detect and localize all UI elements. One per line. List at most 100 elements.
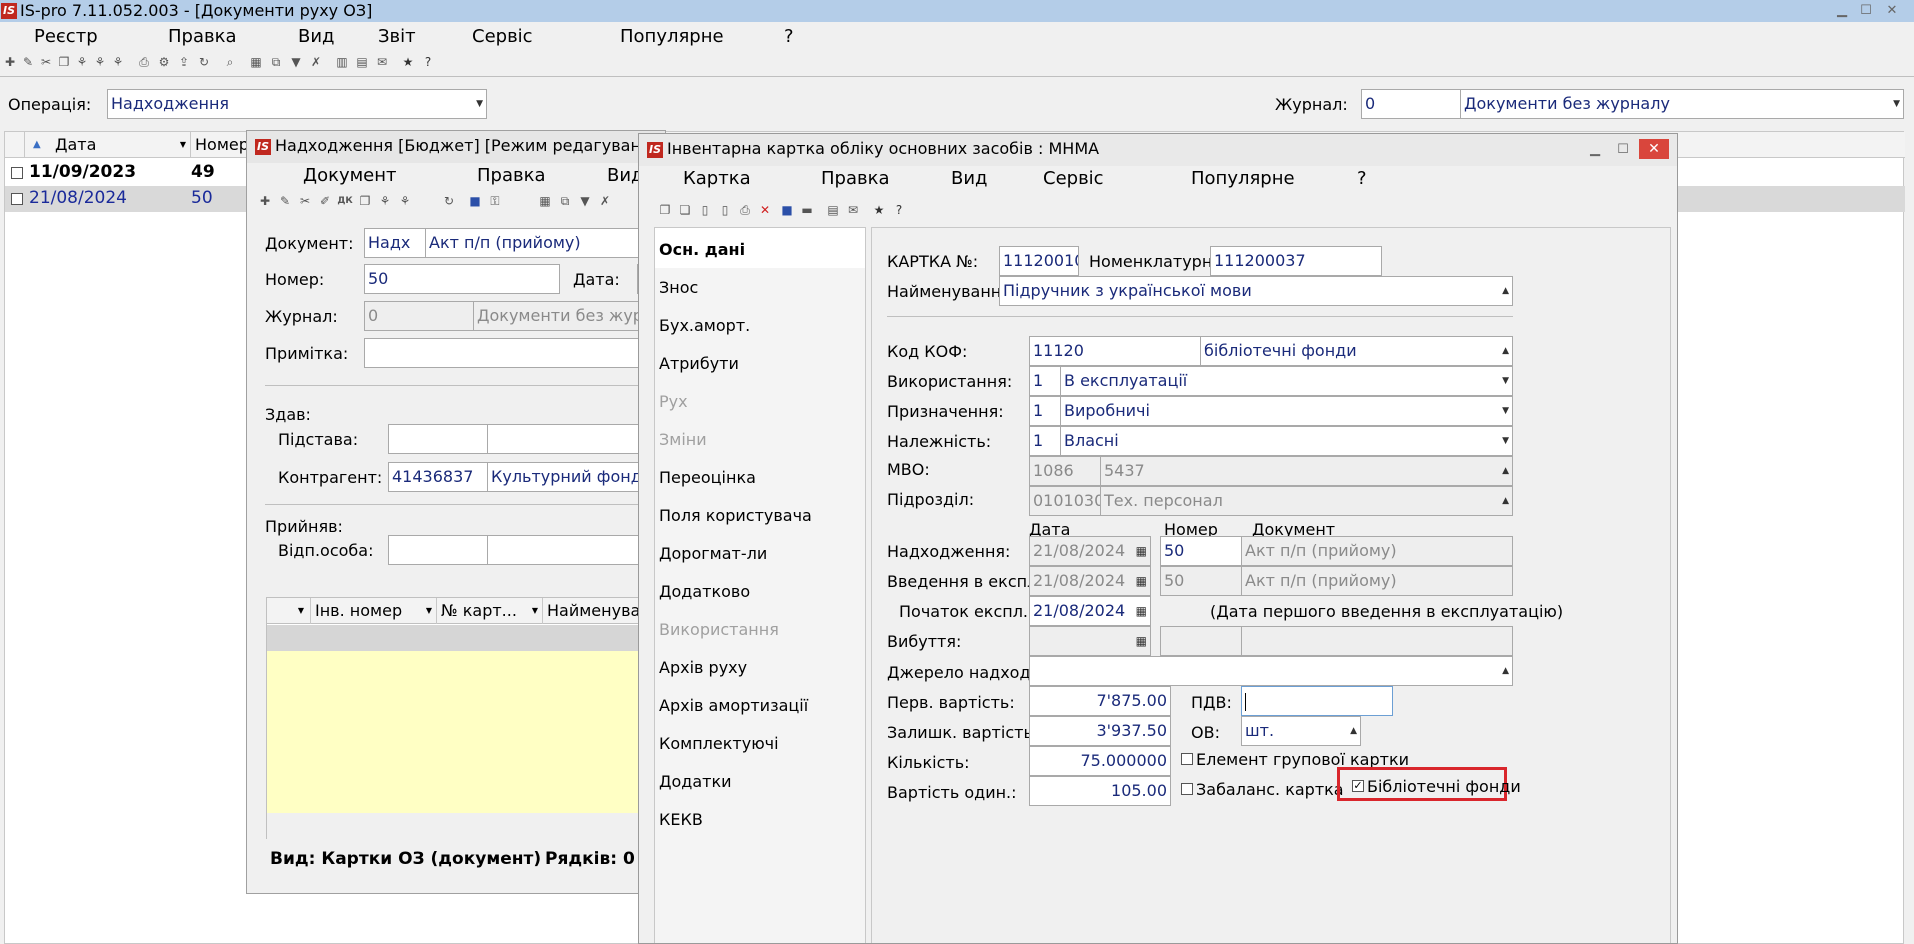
help-icon[interactable]: ? (420, 54, 436, 70)
chart-icon[interactable]: ▥ (334, 54, 350, 70)
unit-cost-field[interactable]: 105.00 (1029, 776, 1171, 806)
print-icon[interactable]: ⎙ (737, 202, 753, 218)
counterparty-code-field[interactable]: 41436837 (388, 462, 488, 492)
tab-main-data[interactable]: Осн. дані (659, 240, 745, 259)
basis-code-field[interactable] (388, 424, 488, 454)
note-field[interactable] (364, 338, 665, 368)
tab-attachments[interactable]: Додатки (659, 772, 732, 791)
menu-help[interactable]: ? (784, 26, 794, 47)
tab-attributes[interactable]: Атрибути (659, 354, 739, 373)
purpose-code-field[interactable]: 1 (1029, 396, 1061, 426)
page2-icon[interactable]: ▯ (717, 202, 733, 218)
menu-edit[interactable]: Правка (168, 26, 237, 47)
tree-icon[interactable]: ⚘ (74, 54, 90, 70)
initial-cost-field[interactable]: 7'875.00 (1029, 686, 1171, 716)
doc-menu-document[interactable]: Документ (303, 165, 397, 186)
unit-select[interactable]: шт. ▲ (1241, 716, 1361, 746)
menu-popular[interactable]: Популярне (620, 26, 724, 47)
purpose-select[interactable]: Виробничі ▼ (1060, 396, 1513, 426)
tree-icon[interactable]: ⚘ (377, 193, 393, 209)
ownership-select[interactable]: Власні ▼ (1060, 426, 1513, 456)
new-icon[interactable]: ✚ (2, 54, 18, 70)
card-menu-card[interactable]: Картка (683, 168, 751, 189)
maximize-icon[interactable]: ☐ (1858, 3, 1874, 19)
row-checkbox[interactable] (11, 167, 23, 179)
paste-icon[interactable]: ❏ (677, 202, 693, 218)
tree2-icon[interactable]: ⚘ (92, 54, 108, 70)
journal-name-select[interactable]: Документи без журналу ▼ (1460, 89, 1904, 119)
usage-select[interactable]: В експлуатації ▼ (1060, 366, 1513, 396)
list-header-date[interactable]: ▲ Дата ▼ (25, 132, 191, 158)
kof-code-field[interactable]: 11120 (1029, 336, 1201, 366)
tab-movement-archive[interactable]: Архів руху (659, 658, 747, 677)
tab-user-fields[interactable]: Поля користувача (659, 506, 812, 525)
copy-icon[interactable]: ❐ (657, 202, 673, 218)
quantity-field[interactable]: 75.000000 (1029, 746, 1171, 776)
card-menu-view[interactable]: Вид (951, 168, 988, 189)
tree3-icon[interactable]: ⚘ (110, 54, 126, 70)
tab-additional[interactable]: Додатково (659, 582, 750, 601)
star-icon[interactable]: ★ (400, 54, 416, 70)
vat-field[interactable] (1241, 686, 1393, 716)
card-no-field[interactable]: 111200105 (999, 246, 1079, 276)
residual-cost-field[interactable]: 3'937.50 (1029, 716, 1171, 746)
minimize-icon[interactable]: ▁ (1587, 142, 1603, 158)
usage-code-field[interactable]: 1 (1029, 366, 1061, 396)
kof-name-select[interactable]: бібліотечні фонди ▲ (1200, 336, 1513, 366)
mail-icon[interactable]: ✉ (845, 202, 861, 218)
clear-filter-icon[interactable]: ✗ (597, 193, 613, 209)
edit-icon[interactable]: ✐ (317, 193, 333, 209)
filter-icon[interactable]: ▼ (288, 54, 304, 70)
new-icon[interactable]: ✚ (257, 193, 273, 209)
calendar-icon[interactable]: ▦ (1136, 597, 1147, 625)
search-icon[interactable]: ⌕ (222, 54, 238, 70)
new-child-icon[interactable]: ✎ (277, 193, 293, 209)
card-menu-popular[interactable]: Популярне (1191, 168, 1295, 189)
group-icon[interactable]: ⧉ (268, 54, 284, 70)
clear-filter-icon[interactable]: ✗ (308, 54, 324, 70)
menu-service[interactable]: Сервіс (472, 26, 533, 47)
filter-icon[interactable]: ▼ (577, 193, 593, 209)
note-icon[interactable]: ▤ (825, 202, 841, 218)
name-field[interactable]: Підручник з української мови ▲ (999, 276, 1513, 306)
maximize-icon[interactable]: ☐ (1615, 142, 1631, 158)
settings-icon[interactable]: ⚙ (156, 54, 172, 70)
export-icon[interactable]: ⇪ (176, 54, 192, 70)
key-icon[interactable]: ⚿ (487, 193, 503, 209)
close-icon[interactable]: ✕ (1639, 139, 1669, 159)
tab-amortization-archive[interactable]: Архів амортизації (659, 696, 808, 715)
mail-icon[interactable]: ✉ (374, 54, 390, 70)
menu-report[interactable]: Звіт (378, 26, 416, 47)
menu-view[interactable]: Вид (298, 26, 335, 47)
tree2-icon[interactable]: ⚘ (397, 193, 413, 209)
operation-select[interactable]: Надходження ▼ (107, 89, 487, 119)
copy-icon[interactable]: ❐ (56, 54, 72, 70)
minimize-icon[interactable]: ▁ (1834, 3, 1850, 19)
dk-icon[interactable]: ДК (337, 193, 353, 209)
cancel-icon[interactable]: ✕ (757, 202, 773, 218)
tab-revaluation[interactable]: Переоцінка (659, 468, 756, 487)
tab-precious-materials[interactable]: Дорогмат-ли (659, 544, 767, 563)
note-icon[interactable]: ▤ (354, 54, 370, 70)
card-menu-service[interactable]: Сервіс (1043, 168, 1104, 189)
grid-header-card-number[interactable]: № карт... ▼ (437, 598, 543, 624)
table-icon[interactable]: ▦ (537, 193, 553, 209)
doc-menu-edit[interactable]: Правка (477, 165, 546, 186)
refresh-icon[interactable]: ↻ (441, 193, 457, 209)
card-menu-edit[interactable]: Правка (821, 168, 890, 189)
tab-kekv[interactable]: КЕКВ (659, 810, 703, 829)
menu-registry[interactable]: Реєстр (34, 26, 98, 47)
grid-header-inv-number[interactable]: Інв. номер ▼ (311, 598, 437, 624)
source-select[interactable]: ▲ (1029, 656, 1513, 686)
ownership-code-field[interactable]: 1 (1029, 426, 1061, 456)
save-icon[interactable]: ■ (779, 202, 795, 218)
tab-wear[interactable]: Знос (659, 278, 698, 297)
comment-icon[interactable]: ▬ (799, 202, 815, 218)
tab-components[interactable]: Комплектуючі (659, 734, 779, 753)
close-icon[interactable]: ✕ (1884, 3, 1900, 19)
offbalance-checkbox[interactable] (1181, 783, 1193, 795)
card-menu-help[interactable]: ? (1357, 168, 1367, 189)
row-checkbox[interactable] (11, 193, 23, 205)
save-icon[interactable]: ■ (467, 193, 483, 209)
new-child-icon[interactable]: ✎ (20, 54, 36, 70)
